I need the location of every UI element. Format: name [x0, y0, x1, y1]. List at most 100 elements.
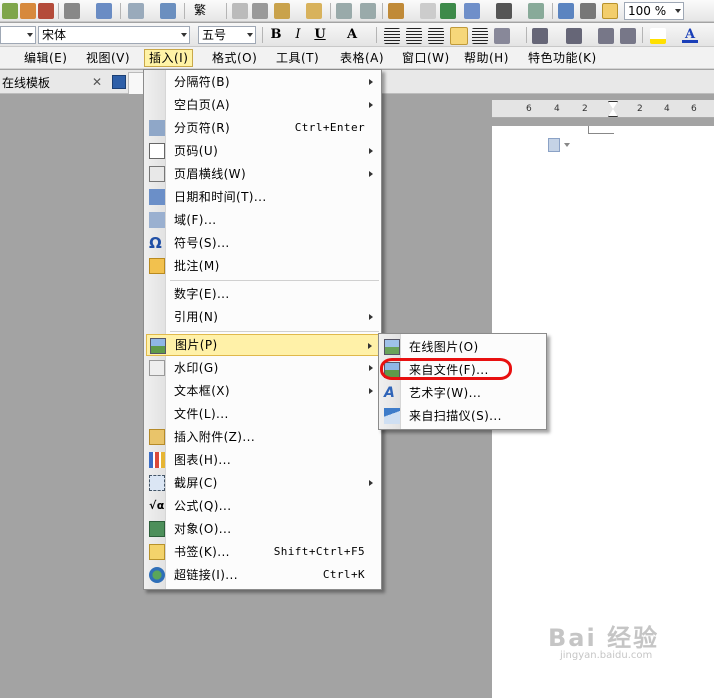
menu-item-picture[interactable]: 图片(P) — [146, 334, 379, 356]
close-icon[interactable]: ✕ — [92, 75, 102, 89]
insert-table-icon[interactable] — [464, 3, 480, 19]
chart-icon[interactable] — [528, 3, 544, 19]
menu-edit[interactable]: 编辑(E) — [20, 49, 71, 67]
font-name-select[interactable]: 宋体 — [38, 26, 190, 44]
horizontal-ruler[interactable]: 6 4 2 2 4 6 — [492, 100, 714, 118]
save-icon[interactable] — [2, 3, 18, 19]
menu-item-attachment[interactable]: 插入附件(Z)... — [146, 426, 379, 448]
menu-item-symbol[interactable]: Ω 符号(S)... — [146, 232, 379, 254]
font-effects-button[interactable]: A — [344, 27, 360, 43]
split-icon[interactable] — [160, 3, 176, 19]
menu-item-page-number[interactable]: 页码(U) — [146, 140, 379, 162]
menu-item-number[interactable]: 数字(E)... — [146, 283, 379, 305]
menu-item-field[interactable]: 域(F)... — [146, 209, 379, 231]
paste-options-icon[interactable] — [548, 138, 560, 152]
menu-tools[interactable]: 工具(T) — [272, 49, 323, 67]
highlight-icon[interactable] — [650, 28, 666, 44]
menu-item-header-line[interactable]: 页眉横线(W) — [146, 163, 379, 185]
bold-button[interactable]: B — [268, 27, 284, 43]
traditional-chinese-button[interactable]: 繁 — [190, 1, 211, 19]
menu-item-reference[interactable]: 引用(N) — [146, 306, 379, 328]
print-icon[interactable] — [64, 3, 80, 19]
menu-item-label: 超链接(I)... — [174, 568, 238, 582]
format-painter-icon[interactable] — [306, 3, 322, 19]
field-icon — [149, 212, 165, 228]
menu-item-label: 来自扫描仪(S)... — [409, 409, 502, 423]
copy-icon[interactable] — [232, 3, 248, 19]
decrease-indent-icon[interactable] — [598, 28, 614, 44]
submenu-item-wordart[interactable]: A 艺术字(W)... — [381, 382, 544, 404]
menu-item-object[interactable]: 对象(O)... — [146, 518, 379, 540]
redo-icon[interactable] — [360, 3, 376, 19]
formatting-toolbar: 宋体 五号 B I U A A — [0, 23, 714, 47]
style-select[interactable] — [0, 26, 36, 44]
reading-mode-icon[interactable] — [602, 3, 618, 19]
menu-item-formula[interactable]: √α 公式(Q)... — [146, 495, 379, 517]
menu-table[interactable]: 表格(A) — [336, 49, 388, 67]
menu-item-label: 文本框(X) — [174, 384, 230, 398]
font-size-select[interactable]: 五号 — [198, 26, 256, 44]
globe-icon[interactable] — [440, 3, 456, 19]
menu-item-file[interactable]: 文件(L)... — [146, 403, 379, 425]
underline-button[interactable]: U — [312, 27, 328, 43]
menu-item-screenshot[interactable]: 截屏(C) — [146, 472, 379, 494]
line-spacing-icon[interactable] — [494, 28, 510, 44]
attachment-icon — [149, 429, 165, 445]
menu-item-label: 页码(U) — [174, 144, 219, 158]
screenshot-icon — [149, 475, 165, 491]
menu-item-bookmark[interactable]: 书签(K)... Shift+Ctrl+F5 — [146, 541, 379, 563]
menu-item-label: 在线图片(O) — [409, 340, 479, 354]
menu-help[interactable]: 帮助(H) — [460, 49, 513, 67]
align-right-icon[interactable] — [428, 28, 444, 44]
undo-icon[interactable] — [336, 3, 352, 19]
menu-format[interactable]: 格式(O) — [208, 49, 261, 67]
cut-icon[interactable] — [252, 3, 268, 19]
zoom-select[interactable]: 100 % — [624, 2, 684, 20]
ruler-label: 4 — [664, 104, 670, 114]
menu-item-label: 页眉横线(W) — [174, 167, 247, 181]
menu-item-page-break[interactable]: 分页符(R) Ctrl+Enter — [146, 117, 379, 139]
submenu-item-online-picture[interactable]: 在线图片(O) — [381, 336, 544, 358]
scanner-icon — [384, 408, 400, 424]
new-doc-icon[interactable] — [128, 3, 144, 19]
menu-item-chart[interactable]: 图表(H)... — [146, 449, 379, 471]
tab-online-templates[interactable]: 在线模板 — [0, 72, 106, 94]
menu-item-shortcut: Shift+Ctrl+F5 — [273, 545, 365, 558]
menu-item-date-time[interactable]: 日期和时间(T)... — [146, 186, 379, 208]
document-map-icon[interactable] — [558, 3, 574, 19]
menu-item-watermark[interactable]: 水印(G) — [146, 357, 379, 379]
justify-icon[interactable] — [450, 27, 468, 45]
menu-item-break[interactable]: 分隔符(B) — [146, 71, 379, 93]
menu-item-blank-page[interactable]: 空白页(A) — [146, 94, 379, 116]
increase-indent-icon[interactable] — [620, 28, 636, 44]
email-icon[interactable] — [38, 3, 54, 19]
menu-insert[interactable]: 插入(I) — [144, 49, 194, 67]
indent-marker-icon[interactable] — [608, 101, 618, 117]
bookmark-icon — [149, 544, 165, 560]
menu-item-label: 数字(E)... — [174, 287, 230, 301]
align-left-icon[interactable] — [384, 28, 400, 44]
italic-button[interactable]: I — [290, 27, 306, 43]
header-line-icon — [149, 166, 165, 182]
distribute-icon[interactable] — [472, 28, 488, 44]
output-pdf-icon[interactable] — [20, 3, 36, 19]
bullets-icon[interactable] — [566, 28, 582, 44]
menu-view[interactable]: 视图(V) — [82, 49, 134, 67]
menu-item-hyperlink[interactable]: 超链接(I)... Ctrl+K — [146, 564, 379, 586]
table-icon[interactable] — [388, 3, 404, 19]
submenu-item-from-scanner[interactable]: 来自扫描仪(S)... — [381, 405, 544, 427]
columns-icon[interactable] — [496, 3, 512, 19]
align-center-icon[interactable] — [406, 28, 422, 44]
numbering-icon[interactable] — [532, 28, 548, 44]
show-marks-icon[interactable] — [580, 3, 596, 19]
paste-icon[interactable] — [274, 3, 290, 19]
print-preview-icon[interactable] — [96, 3, 112, 19]
formula-icon[interactable] — [420, 3, 436, 19]
menu-item-shortcut: Ctrl+Enter — [294, 121, 365, 134]
font-color-button[interactable]: A — [682, 27, 698, 43]
chevron-down-icon[interactable] — [564, 143, 570, 147]
menu-item-comment[interactable]: 批注(M) — [146, 255, 379, 277]
menu-item-textbox[interactable]: 文本框(X) — [146, 380, 379, 402]
menu-special-features[interactable]: 特色功能(K) — [524, 49, 601, 67]
menu-window[interactable]: 窗口(W) — [398, 49, 454, 67]
